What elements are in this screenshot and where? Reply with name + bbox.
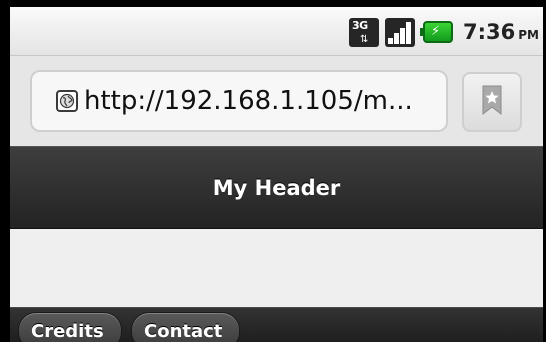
phone-screen: 3G ⇅ ⚡ 7:36 PM http://192.168.1.105/m...… xyxy=(10,7,543,342)
status-clock-ampm: PM xyxy=(518,28,539,42)
contact-button[interactable]: Contact xyxy=(131,312,240,342)
network-type-label: 3G xyxy=(352,18,368,32)
status-icons: 3G ⇅ ⚡ 7:36 PM xyxy=(349,17,539,47)
charging-bolt-icon: ⚡ xyxy=(431,24,441,39)
status-clock: 7:36 xyxy=(463,20,516,44)
globe-icon xyxy=(56,90,78,112)
status-bar: 3G ⇅ ⚡ 7:36 PM xyxy=(10,7,543,55)
signal-bar-1 xyxy=(388,37,394,44)
page-title: My Header xyxy=(212,175,341,200)
url-text: http://192.168.1.105/m... xyxy=(84,86,413,116)
3g-data-icon: 3G ⇅ xyxy=(349,17,380,47)
bookmark-star-icon xyxy=(481,85,503,119)
signal-strength-icon xyxy=(385,17,416,47)
data-arrows-icon: ⇅ xyxy=(360,33,369,45)
credits-button[interactable]: Credits xyxy=(18,312,122,342)
page-header: My Header xyxy=(10,146,543,229)
page-content xyxy=(10,229,543,307)
signal-bar-2 xyxy=(394,32,400,44)
page-footer: Credits Contact xyxy=(10,307,543,342)
signal-bar-3 xyxy=(400,27,406,44)
browser-toolbar: http://192.168.1.105/m... xyxy=(10,55,543,146)
signal-bar-4 xyxy=(406,21,412,44)
url-bar[interactable]: http://192.168.1.105/m... xyxy=(30,70,448,132)
battery-charging-icon: ⚡ xyxy=(420,21,454,43)
bookmark-button[interactable] xyxy=(462,72,522,132)
